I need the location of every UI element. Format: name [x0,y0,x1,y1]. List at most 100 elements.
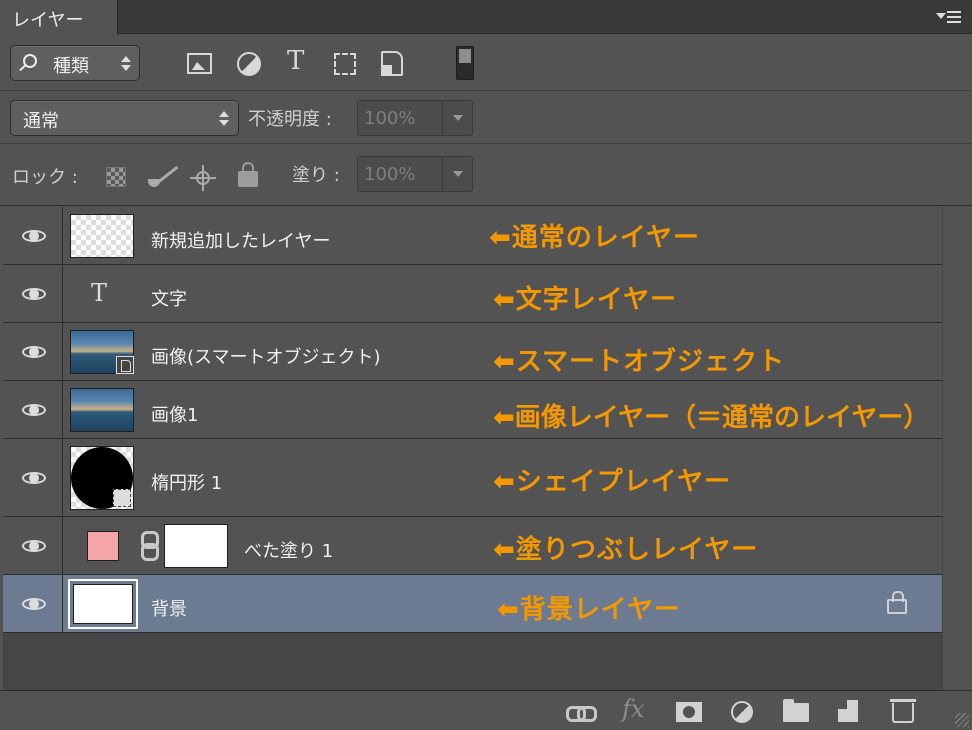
annotation-label: ⬅スマートオブジェクト [493,347,786,377]
layer-thumbnail [70,446,134,510]
fill-field[interactable]: 100% [357,156,473,192]
resize-grip-icon[interactable] [955,713,969,727]
layer-row[interactable]: 楕円形 1 ⬅シェイプレイヤー [3,439,942,517]
eye-pupil-icon [29,230,39,241]
filter-row: 種類 [0,35,972,91]
blend-mode-label: 通常 [23,111,59,132]
layers-list: 新規追加したレイヤー ⬅通常のレイヤー T 文字 ⬅文字レイヤー 画像(スマート… [3,207,943,690]
filter-adjustment-layers-icon[interactable] [237,52,261,76]
filter-type-layers-icon[interactable]: T [287,46,313,76]
layer-thumbnail [73,584,133,624]
filter-smart-objects-icon[interactable] [381,51,403,76]
eye-icon [20,470,48,486]
layer-thumbnail [70,214,134,258]
layer-name: 背景 [151,599,187,620]
lock-all-icon[interactable] [238,162,258,187]
blend-row: 通常 不透明度 : 100% [0,92,972,144]
layer-lock-icon [887,591,907,614]
fill-value: 100% [364,164,416,185]
delete-layer-trash-icon[interactable] [890,699,916,723]
visibility-toggle[interactable] [3,439,63,516]
new-adjustment-layer-icon[interactable] [731,701,753,723]
annotation-label: ⬅通常のレイヤー [489,223,701,253]
filter-kind-label: 種類 [53,56,89,77]
lock-label: ロック : [12,167,78,188]
lock-transparent-pixels-icon[interactable] [106,167,126,187]
eye-icon [20,286,48,302]
visibility-toggle[interactable] [3,265,63,322]
eye-pupil-icon [29,404,39,415]
menu-line-icon [947,16,961,18]
eye-pupil-icon [29,540,39,551]
eye-pupil-icon [29,288,39,299]
opacity-dropdown-icon[interactable] [442,101,472,135]
link-layers-icon[interactable] [566,701,597,723]
smart-object-badge-icon [116,356,134,374]
layers-toolbar: fx [0,690,972,730]
layer-name: 楕円形 1 [151,473,223,494]
shape-badge-icon [113,489,131,507]
visibility-toggle[interactable] [3,381,63,438]
fill-dropdown-icon[interactable] [442,157,472,191]
layer-name: 新規追加したレイヤー [151,231,331,252]
eye-icon [20,228,48,244]
eye-icon [20,596,48,612]
tab-layers[interactable]: レイヤー [0,0,118,35]
annotation-label: ⬅背景レイヤー [497,595,682,625]
layer-row[interactable]: べた塗り 1 ⬅塗りつぶしレイヤー [3,517,942,575]
annotation-label: ⬅塗りつぶしレイヤー [493,535,759,565]
eye-icon [20,402,48,418]
lock-row: ロック : 塗り : 100% [0,145,972,206]
new-layer-icon[interactable] [838,700,858,722]
new-group-folder-icon[interactable] [783,699,809,722]
layer-row[interactable]: 新規追加したレイヤー ⬅通常のレイヤー [3,207,942,265]
layer-name: べた塗り 1 [244,541,334,562]
panel-menu-icon[interactable] [936,9,962,25]
eye-pupil-icon [29,598,39,609]
menu-arrow-icon [936,13,946,19]
layer-name: 画像1 [151,405,199,426]
layer-row[interactable]: T 文字 ⬅文字レイヤー [3,265,942,323]
blend-mode-select[interactable]: 通常 [10,100,239,136]
visibility-toggle[interactable] [3,575,63,632]
eye-pupil-icon [29,472,39,483]
visibility-toggle[interactable] [3,207,63,264]
layer-thumbnail [70,388,134,432]
annotation-label: ⬅画像レイヤー（＝通常のレイヤー） [493,403,930,433]
filter-shape-layers-icon[interactable] [334,53,356,75]
opacity-label: 不透明度 : [248,109,332,130]
layer-name: 画像(スマートオブジェクト) [151,347,381,368]
text-layer-thumbnail-icon: T [91,279,108,307]
eye-pupil-icon [29,346,39,357]
visibility-toggle[interactable] [3,517,63,574]
move-ring-icon [196,171,210,185]
lock-position-icon[interactable] [190,165,216,191]
layer-row[interactable]: 画像1 ⬅画像レイヤー（＝通常のレイヤー） [3,381,942,439]
layer-row-selected[interactable]: 背景 ⬅背景レイヤー [3,575,942,633]
layer-thumbnail [70,330,134,374]
opacity-field[interactable]: 100% [357,100,473,136]
add-mask-icon[interactable] [676,702,702,722]
thumbnail-selection-frame [68,579,138,629]
link-chain-icon[interactable] [139,531,159,561]
layer-mask-thumbnail [164,524,228,568]
filter-kind-select[interactable]: 種類 [10,45,140,81]
visibility-toggle[interactable] [3,323,63,380]
search-icon [23,54,37,68]
eye-icon [20,538,48,554]
fill-color-swatch[interactable] [87,531,119,561]
filter-toggle-switch[interactable] [456,46,474,80]
menu-line-icon [947,21,961,23]
eye-icon [20,344,48,360]
menu-line-icon [947,11,961,13]
opacity-value: 100% [364,108,416,129]
annotation-label: ⬅シェイプレイヤー [493,467,732,497]
filter-pixel-layers-icon[interactable] [187,53,212,74]
layer-row[interactable]: 画像(スマートオブジェクト) ⬅スマートオブジェクト [3,323,942,381]
add-layer-style-icon[interactable]: fx [622,695,644,723]
fill-label: 塗り : [292,165,340,186]
layer-name: 文字 [151,289,187,310]
annotation-label: ⬅文字レイヤー [493,285,678,315]
panel-tab-bar: レイヤー [0,0,972,35]
lock-image-pixels-icon[interactable] [146,165,178,189]
